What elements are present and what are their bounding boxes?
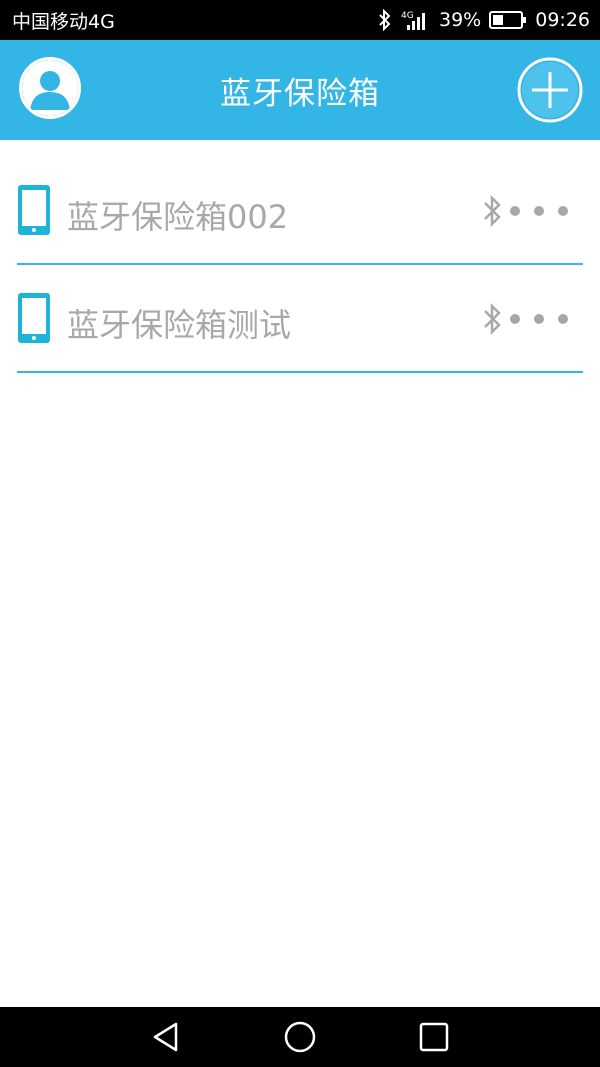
bluetooth-status-icon bbox=[377, 9, 393, 31]
more-dots-icon[interactable] bbox=[510, 314, 568, 324]
signal-icon: 4G bbox=[401, 9, 431, 31]
device-list-item[interactable]: 蓝牙保险箱002 bbox=[17, 140, 583, 265]
dot bbox=[534, 206, 544, 216]
device-name: 蓝牙保险箱002 bbox=[67, 198, 289, 236]
bluetooth-icon bbox=[482, 194, 504, 232]
svg-text:4G: 4G bbox=[401, 11, 414, 21]
dot bbox=[510, 206, 520, 216]
device-list: 蓝牙保险箱002 蓝牙保险箱测试 bbox=[0, 140, 600, 373]
add-device-button[interactable] bbox=[517, 57, 583, 123]
recents-square-icon[interactable] bbox=[418, 1021, 450, 1053]
app-header: 蓝牙保险箱 bbox=[0, 40, 600, 140]
status-bar: 中国移动4G 4G 39% 09:26 bbox=[0, 0, 600, 40]
back-triangle-icon[interactable] bbox=[150, 1021, 182, 1053]
battery-percent: 39% bbox=[439, 9, 482, 31]
tablet-icon bbox=[17, 184, 51, 240]
clock: 09:26 bbox=[535, 9, 590, 31]
device-list-item[interactable]: 蓝牙保险箱测试 bbox=[17, 265, 583, 373]
carrier-label: 中国移动4G bbox=[12, 10, 115, 33]
avatar-button[interactable] bbox=[19, 57, 81, 119]
tablet-icon bbox=[17, 292, 51, 348]
more-dots-icon[interactable] bbox=[510, 206, 568, 216]
page-title: 蓝牙保险箱 bbox=[220, 75, 380, 112]
bluetooth-icon bbox=[482, 302, 504, 340]
plus-circle-icon bbox=[517, 57, 583, 127]
device-name: 蓝牙保险箱测试 bbox=[67, 306, 292, 344]
dot bbox=[558, 314, 568, 324]
home-circle-icon[interactable] bbox=[284, 1021, 316, 1053]
status-indicators: 4G 39% 09:26 bbox=[377, 9, 590, 31]
dot bbox=[534, 314, 544, 324]
dot bbox=[558, 206, 568, 216]
dot bbox=[510, 314, 520, 324]
battery-icon bbox=[489, 10, 527, 30]
system-nav-bar bbox=[0, 1007, 600, 1067]
